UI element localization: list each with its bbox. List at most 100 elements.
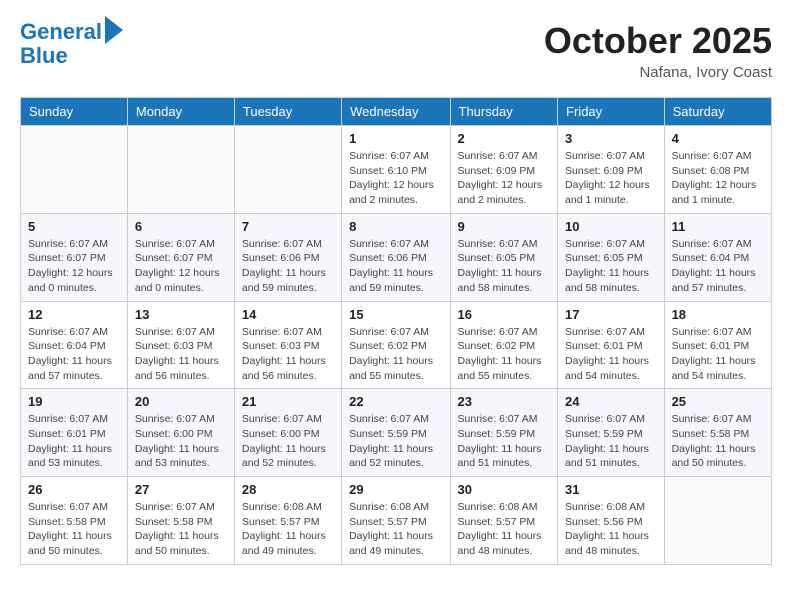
day-info: Sunrise: 6:07 AMSunset: 6:08 PMDaylight:… bbox=[672, 149, 764, 208]
calendar-cell: 18 Sunrise: 6:07 AMSunset: 6:01 PMDayligh… bbox=[664, 301, 771, 389]
day-number: 29 bbox=[349, 482, 442, 497]
day-info: Sunrise: 6:07 AMSunset: 5:59 PMDaylight:… bbox=[458, 412, 551, 471]
calendar-cell: 31 Sunrise: 6:08 AMSunset: 5:56 PMDayligh… bbox=[558, 477, 665, 565]
weekday-header: Saturday bbox=[664, 98, 771, 126]
title-area: October 2025 Nafana, Ivory Coast bbox=[544, 20, 772, 81]
day-number: 26 bbox=[28, 482, 120, 497]
day-info: Sunrise: 6:07 AMSunset: 5:59 PMDaylight:… bbox=[349, 412, 442, 471]
day-info: Sunrise: 6:08 AMSunset: 5:57 PMDaylight:… bbox=[242, 500, 334, 559]
calendar-cell bbox=[21, 126, 128, 214]
day-number: 12 bbox=[28, 307, 120, 322]
logo-text: General bbox=[20, 20, 102, 44]
calendar-cell: 16Sunrise: 6:07 AMSunset: 6:02 PMDayligh… bbox=[450, 301, 558, 389]
day-info: Sunrise: 6:07 AMSunset: 6:06 PMDaylight:… bbox=[349, 237, 442, 296]
calendar-cell: 1 Sunrise: 6:07 AMSunset: 6:10 PMDaylight… bbox=[342, 126, 450, 214]
day-info: Sunrise: 6:07 AMSunset: 6:05 PMDaylight:… bbox=[458, 237, 551, 296]
day-number: 16 bbox=[458, 307, 551, 322]
day-number: 19 bbox=[28, 394, 120, 409]
calendar-cell: 2Sunrise: 6:07 AMSunset: 6:09 PMDaylight… bbox=[450, 126, 558, 214]
calendar-cell: 22 Sunrise: 6:07 AMSunset: 5:59 PMDayligh… bbox=[342, 389, 450, 477]
weekday-header: Sunday bbox=[21, 98, 128, 126]
day-number: 22 bbox=[349, 394, 442, 409]
day-number: 17 bbox=[565, 307, 657, 322]
calendar-cell: 27 Sunrise: 6:07 AMSunset: 5:58 PMDayligh… bbox=[127, 477, 234, 565]
calendar-cell: 6 Sunrise: 6:07 AMSunset: 6:07 PMDaylight… bbox=[127, 213, 234, 301]
weekday-header: Friday bbox=[558, 98, 665, 126]
day-info: Sunrise: 6:07 AMSunset: 6:07 PMDaylight:… bbox=[28, 237, 120, 296]
calendar-cell: 3 Sunrise: 6:07 AMSunset: 6:09 PMDaylight… bbox=[558, 126, 665, 214]
day-info: Sunrise: 6:07 AMSunset: 6:03 PMDaylight:… bbox=[242, 325, 334, 384]
day-info: Sunrise: 6:07 AMSunset: 6:01 PMDaylight:… bbox=[28, 412, 120, 471]
day-info: Sunrise: 6:08 AMSunset: 5:57 PMDaylight:… bbox=[349, 500, 442, 559]
day-info: Sunrise: 6:07 AMSunset: 6:10 PMDaylight:… bbox=[349, 149, 442, 208]
weekday-header: Monday bbox=[127, 98, 234, 126]
day-info: Sunrise: 6:07 AMSunset: 6:07 PMDaylight:… bbox=[135, 237, 227, 296]
day-number: 3 bbox=[565, 131, 657, 146]
calendar-cell: 25 Sunrise: 6:07 AMSunset: 5:58 PMDayligh… bbox=[664, 389, 771, 477]
day-number: 20 bbox=[135, 394, 227, 409]
day-number: 1 bbox=[349, 131, 442, 146]
day-info: Sunrise: 6:07 AMSunset: 5:59 PMDaylight:… bbox=[565, 412, 657, 471]
calendar-cell bbox=[127, 126, 234, 214]
calendar-cell: 13 Sunrise: 6:07 AMSunset: 6:03 PMDayligh… bbox=[127, 301, 234, 389]
day-info: Sunrise: 6:07 AMSunset: 6:09 PMDaylight:… bbox=[565, 149, 657, 208]
calendar-cell: 11Sunrise: 6:07 AMSunset: 6:04 PMDayligh… bbox=[664, 213, 771, 301]
day-number: 15 bbox=[349, 307, 442, 322]
calendar-cell: 19 Sunrise: 6:07 AMSunset: 6:01 PMDayligh… bbox=[21, 389, 128, 477]
calendar-cell: 30 Sunrise: 6:08 AMSunset: 5:57 PMDayligh… bbox=[450, 477, 558, 565]
day-info: Sunrise: 6:08 AMSunset: 5:56 PMDaylight:… bbox=[565, 500, 657, 559]
day-info: Sunrise: 6:07 AMSunset: 6:01 PMDaylight:… bbox=[672, 325, 764, 384]
day-info: Sunrise: 6:07 AMSunset: 6:05 PMDaylight:… bbox=[565, 237, 657, 296]
day-number: 10 bbox=[565, 219, 657, 234]
day-info: Sunrise: 6:07 AMSunset: 6:04 PMDaylight:… bbox=[672, 237, 764, 296]
day-number: 8 bbox=[349, 219, 442, 234]
calendar-cell: 10 Sunrise: 6:07 AMSunset: 6:05 PMDayligh… bbox=[558, 213, 665, 301]
day-number: 25 bbox=[672, 394, 764, 409]
calendar-cell: 17Sunrise: 6:07 AMSunset: 6:01 PMDayligh… bbox=[558, 301, 665, 389]
calendar-week-row: 26 Sunrise: 6:07 AMSunset: 5:58 PMDayligh… bbox=[21, 477, 772, 565]
day-number: 6 bbox=[135, 219, 227, 234]
calendar-header-row: SundayMondayTuesdayWednesdayThursdayFrid… bbox=[21, 98, 772, 126]
day-number: 7 bbox=[242, 219, 334, 234]
calendar-cell: 29 Sunrise: 6:08 AMSunset: 5:57 PMDayligh… bbox=[342, 477, 450, 565]
calendar-cell: 24 Sunrise: 6:07 AMSunset: 5:59 PMDayligh… bbox=[558, 389, 665, 477]
day-number: 9 bbox=[458, 219, 551, 234]
day-info: Sunrise: 6:07 AMSunset: 6:02 PMDaylight:… bbox=[349, 325, 442, 384]
day-number: 28 bbox=[242, 482, 334, 497]
day-info: Sunrise: 6:07 AMSunset: 5:58 PMDaylight:… bbox=[672, 412, 764, 471]
calendar-table: SundayMondayTuesdayWednesdayThursdayFrid… bbox=[20, 97, 772, 565]
day-info: Sunrise: 6:07 AMSunset: 5:58 PMDaylight:… bbox=[135, 500, 227, 559]
day-info: Sunrise: 6:07 AMSunset: 6:03 PMDaylight:… bbox=[135, 325, 227, 384]
logo-arrow-icon bbox=[105, 16, 123, 44]
day-info: Sunrise: 6:07 AMSunset: 6:00 PMDaylight:… bbox=[242, 412, 334, 471]
day-number: 14 bbox=[242, 307, 334, 322]
day-number: 13 bbox=[135, 307, 227, 322]
calendar-cell: 15 Sunrise: 6:07 AMSunset: 6:02 PMDayligh… bbox=[342, 301, 450, 389]
day-number: 24 bbox=[565, 394, 657, 409]
day-number: 27 bbox=[135, 482, 227, 497]
calendar-cell: 12Sunrise: 6:07 AMSunset: 6:04 PMDayligh… bbox=[21, 301, 128, 389]
calendar-cell: 23 Sunrise: 6:07 AMSunset: 5:59 PMDayligh… bbox=[450, 389, 558, 477]
calendar-cell: 21Sunrise: 6:07 AMSunset: 6:00 PMDayligh… bbox=[234, 389, 341, 477]
day-info: Sunrise: 6:07 AMSunset: 5:58 PMDaylight:… bbox=[28, 500, 120, 559]
day-number: 23 bbox=[458, 394, 551, 409]
calendar-week-row: 19 Sunrise: 6:07 AMSunset: 6:01 PMDayligh… bbox=[21, 389, 772, 477]
day-number: 18 bbox=[672, 307, 764, 322]
calendar-cell: 8 Sunrise: 6:07 AMSunset: 6:06 PMDaylight… bbox=[342, 213, 450, 301]
location-subtitle: Nafana, Ivory Coast bbox=[544, 64, 772, 81]
day-info: Sunrise: 6:08 AMSunset: 5:57 PMDaylight:… bbox=[458, 500, 551, 559]
calendar-week-row: 12Sunrise: 6:07 AMSunset: 6:04 PMDayligh… bbox=[21, 301, 772, 389]
calendar-week-row: 5 Sunrise: 6:07 AMSunset: 6:07 PMDaylight… bbox=[21, 213, 772, 301]
calendar-cell: 9 Sunrise: 6:07 AMSunset: 6:05 PMDaylight… bbox=[450, 213, 558, 301]
logo: General Blue bbox=[20, 20, 123, 68]
calendar-cell: 7Sunrise: 6:07 AMSunset: 6:06 PMDaylight… bbox=[234, 213, 341, 301]
calendar-cell: 4Sunrise: 6:07 AMSunset: 6:08 PMDaylight… bbox=[664, 126, 771, 214]
calendar-cell bbox=[234, 126, 341, 214]
day-number: 5 bbox=[28, 219, 120, 234]
calendar-cell: 26 Sunrise: 6:07 AMSunset: 5:58 PMDayligh… bbox=[21, 477, 128, 565]
day-info: Sunrise: 6:07 AMSunset: 6:09 PMDaylight:… bbox=[458, 149, 551, 208]
page-header: General Blue October 2025 Nafana, Ivory … bbox=[20, 20, 772, 81]
weekday-header: Tuesday bbox=[234, 98, 341, 126]
day-number: 30 bbox=[458, 482, 551, 497]
day-number: 31 bbox=[565, 482, 657, 497]
